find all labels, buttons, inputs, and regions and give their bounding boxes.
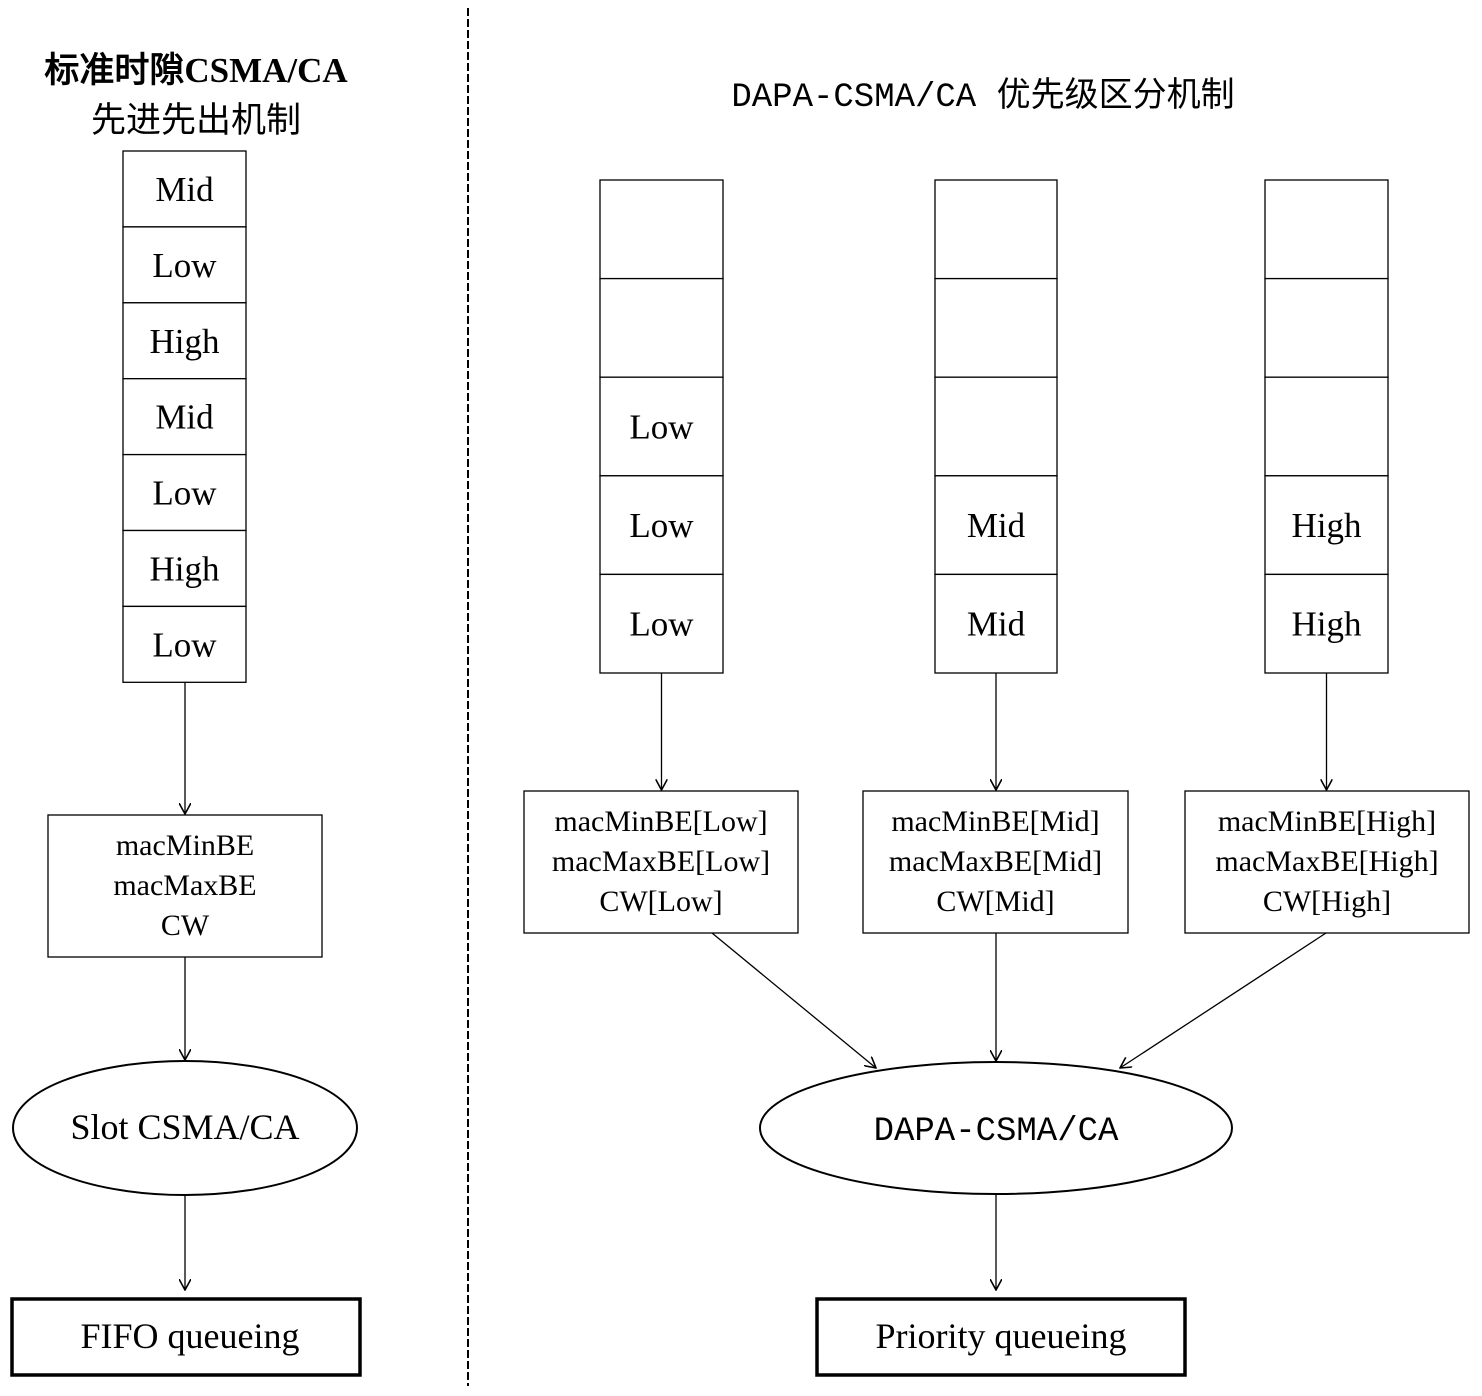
priority-queue-cell [599, 277, 724, 378]
priority-queue-cell-label: Low [629, 605, 694, 644]
priority-queue-cell [599, 179, 724, 280]
fifo-queueing-label: FIFO queueing [81, 1316, 300, 1356]
param-label: macMaxBE[High] [1215, 845, 1438, 878]
priority-queue-cell [1264, 277, 1389, 378]
priority-queue-cell [934, 376, 1058, 477]
priority-queue-cell [1264, 376, 1389, 477]
priority-queue-cell-label: Low [629, 506, 694, 545]
param-label: macMinBE[Mid] [891, 805, 1099, 838]
priority-queue-cell-label: Mid [967, 605, 1026, 644]
priority-queue-cell [934, 179, 1058, 280]
left-panel: 标准时隙CSMA/CA 先进先出机制 Mid Low High Mid Low High L… [10, 51, 362, 1377]
fifo-queue-cell-label: Low [152, 246, 217, 285]
fifo-queue-cell-label: Low [152, 474, 217, 513]
priority-queue-mid: Mid Mid macMinBE[Mid] macMaxBE[Mid] CW[Mid] [862, 179, 1129, 934]
priority-queueing-label: Priority queueing [876, 1316, 1127, 1356]
left-title-line2: 先进先出机制 [91, 101, 301, 140]
fifo-queue-cell-label: Low [152, 625, 217, 664]
dapa-csma-label: DAPA-CSMA/CA [874, 1113, 1119, 1151]
priority-queue-cell-label: High [1292, 506, 1363, 545]
fifo-queue-cell-label: Mid [155, 398, 214, 437]
param-label: macMaxBE[Mid] [889, 845, 1102, 878]
right-panel: DAPA-CSMA/CA 优先级区分机制 Low Low Low macMinBE[L… [523, 76, 1470, 1377]
fifo-queue-cell-label: High [150, 322, 221, 361]
priority-queue-cell [934, 277, 1058, 378]
param-label: CW[High] [1263, 885, 1391, 918]
mechanism-comparison-diagram: 标准时隙CSMA/CA 先进先出机制 Mid Low High Mid Low High L… [10, 8, 1470, 1386]
slot-csma-label: Slot CSMA/CA [70, 1107, 299, 1147]
priority-queue-cell [1264, 179, 1389, 280]
arrow-low-to-dapa [711, 932, 876, 1068]
priority-queues: Low Low Low macMinBE[Low] macMaxBE[Low] CW[Lo… [523, 179, 1470, 934]
fifo-queue-cell-label: Mid [155, 170, 214, 209]
param-label: CW[Low] [599, 885, 722, 918]
left-param-maxbe: macMaxBE [113, 869, 256, 902]
left-param-minbe: macMinBE [116, 829, 254, 862]
priority-queue-cell-label: High [1292, 605, 1363, 644]
priority-queue-high: High High macMinBE[High] macMaxBE[High] CW[H… [1184, 179, 1470, 934]
fifo-queue-cell-label: High [150, 549, 221, 588]
priority-queue-cell-label: Mid [967, 506, 1026, 545]
fifo-queue: Mid Low High Mid Low High Low [122, 150, 247, 683]
param-label: macMaxBE[Low] [552, 845, 770, 878]
param-label: CW[Mid] [936, 885, 1054, 918]
right-title: DAPA-CSMA/CA 优先级区分机制 [731, 76, 1234, 117]
param-label: macMinBE[High] [1218, 805, 1436, 838]
priority-queue-cell-label: Low [629, 408, 694, 447]
left-title-line1: 标准时隙CSMA/CA [44, 51, 348, 90]
arrow-high-to-dapa [1120, 932, 1327, 1068]
param-label: macMinBE[Low] [554, 805, 767, 838]
left-param-cw: CW [161, 909, 210, 942]
priority-queue-low: Low Low Low macMinBE[Low] macMaxBE[Low] CW[Lo… [523, 179, 799, 934]
